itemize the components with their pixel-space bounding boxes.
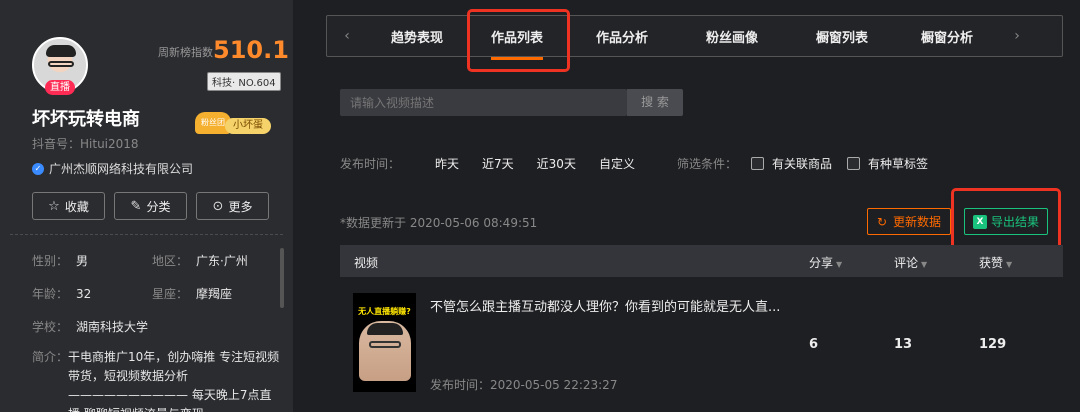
pencil-icon: ✎ bbox=[130, 198, 142, 214]
more-icon: ⊙ bbox=[212, 198, 224, 214]
profile-actions: ☆ 收藏 ✎ 分类 ⊙ 更多 bbox=[32, 192, 269, 220]
filter-custom[interactable]: 自定义 bbox=[599, 155, 635, 172]
video-title[interactable]: 不管怎么跟主播互动都没人理你？你看到的可能就是无人直... bbox=[430, 296, 780, 315]
tab-next-icon[interactable]: › bbox=[997, 28, 1037, 44]
thumbnail-caption: 无人直播躺赚? bbox=[353, 305, 416, 319]
school-info: 学校： 湖南科技大学 bbox=[32, 320, 149, 334]
company-name: 广州杰顺网络科技有限公司 bbox=[49, 162, 194, 176]
sort-icon: ▼ bbox=[836, 260, 843, 269]
tab-showcase-analysis[interactable]: 橱窗分析 bbox=[897, 27, 997, 46]
checkbox-box[interactable] bbox=[751, 157, 764, 170]
share-count: 6 bbox=[809, 337, 819, 352]
verified-icon: ✓ bbox=[32, 162, 44, 175]
sort-icon: ▼ bbox=[921, 260, 928, 269]
star-icon: ☆ bbox=[48, 198, 60, 214]
has-tags-checkbox[interactable]: 有种草标签 bbox=[847, 155, 928, 172]
sort-icon: ▼ bbox=[1006, 260, 1013, 269]
refresh-data-button[interactable]: ↻ 更新数据 bbox=[867, 208, 951, 235]
refresh-icon: ↻ bbox=[876, 214, 888, 229]
filter-7-days[interactable]: 近7天 bbox=[482, 155, 514, 172]
search-button[interactable]: 搜 索 bbox=[627, 89, 683, 116]
tab-works-analysis[interactable]: 作品分析 bbox=[567, 27, 677, 46]
video-thumbnail[interactable]: 无人直播躺赚? bbox=[353, 293, 416, 392]
gender-info: 性别：男 bbox=[32, 254, 89, 268]
condition-label: 筛选条件： bbox=[677, 157, 738, 171]
profile-panel: 直播 周新榜指数 510.1 科技· NO.604 坏坏玩转电商 粉丝团 小坏蛋… bbox=[0, 0, 293, 412]
account-name: 坏坏玩转电商 bbox=[32, 109, 140, 130]
tab-prev-icon[interactable]: ‹ bbox=[327, 28, 367, 44]
favorite-button[interactable]: ☆ 收藏 bbox=[32, 192, 105, 220]
bio-text: 干电商推广10年，创办嗨推 专注短视频带货，短视频数据分析 ——————————… bbox=[68, 350, 280, 412]
category-button[interactable]: ✎ 分类 bbox=[114, 192, 187, 220]
filter-yesterday[interactable]: 昨天 bbox=[435, 155, 459, 172]
more-button[interactable]: ⊙ 更多 bbox=[196, 192, 269, 220]
publish-time: 发布时间：2020-05-05 22:23:27 bbox=[430, 378, 618, 392]
header-share[interactable]: 分享 ▼ bbox=[809, 254, 842, 271]
bio: 简介： 干电商推广10年，创办嗨推 专注短视频带货，短视频数据分析 ——————… bbox=[32, 348, 282, 412]
publish-label: 发布时间： bbox=[340, 157, 401, 171]
zodiac-info: 星座： 摩羯座 bbox=[152, 287, 233, 301]
tab-fans-profile[interactable]: 粉丝画像 bbox=[677, 27, 787, 46]
company: ✓ 广州杰顺网络科技有限公司 bbox=[32, 160, 193, 177]
rank-tag: 科技· NO.604 bbox=[207, 72, 281, 91]
header-comment[interactable]: 评论 ▼ bbox=[894, 254, 927, 271]
updated-time: *数据更新于 2020-05-06 08:49:51 bbox=[340, 216, 538, 230]
age-info: 年龄： 32 bbox=[32, 287, 92, 301]
rank-value: 510.1 bbox=[213, 36, 289, 64]
has-products-checkbox[interactable]: 有关联商品 bbox=[751, 155, 832, 172]
highlight-box-tab bbox=[467, 9, 570, 72]
region-info: 地区： 广东·广州 bbox=[152, 254, 248, 268]
header-video: 视频 bbox=[354, 256, 379, 270]
filter-30-days[interactable]: 近30天 bbox=[537, 155, 576, 172]
tab-trend[interactable]: 趋势表现 bbox=[367, 27, 467, 46]
comment-count: 13 bbox=[894, 337, 913, 352]
douyin-id: 抖音号：Hitui2018 bbox=[32, 137, 139, 151]
header-like[interactable]: 获赞 ▼ bbox=[979, 254, 1012, 271]
publish-filter: 发布时间： 昨天 近7天 近30天 自定义 bbox=[340, 155, 658, 172]
scrollbar[interactable] bbox=[280, 248, 284, 308]
tab-showcase-list[interactable]: 橱窗列表 bbox=[787, 27, 897, 46]
tab-bar: ‹ 趋势表现 作品列表 作品分析 粉丝画像 橱窗列表 橱窗分析 › bbox=[326, 15, 1063, 57]
table-header: 视频 分享 ▼ 评论 ▼ 获赞 ▼ bbox=[340, 245, 1063, 277]
checkbox-box[interactable] bbox=[847, 157, 860, 170]
search-input[interactable] bbox=[340, 89, 627, 116]
fan-club-label: 小坏蛋 bbox=[225, 118, 271, 134]
divider bbox=[10, 234, 283, 235]
live-badge[interactable]: 直播 bbox=[45, 80, 75, 95]
like-count: 129 bbox=[979, 337, 1007, 352]
rank-label: 周新榜指数 bbox=[158, 46, 213, 59]
